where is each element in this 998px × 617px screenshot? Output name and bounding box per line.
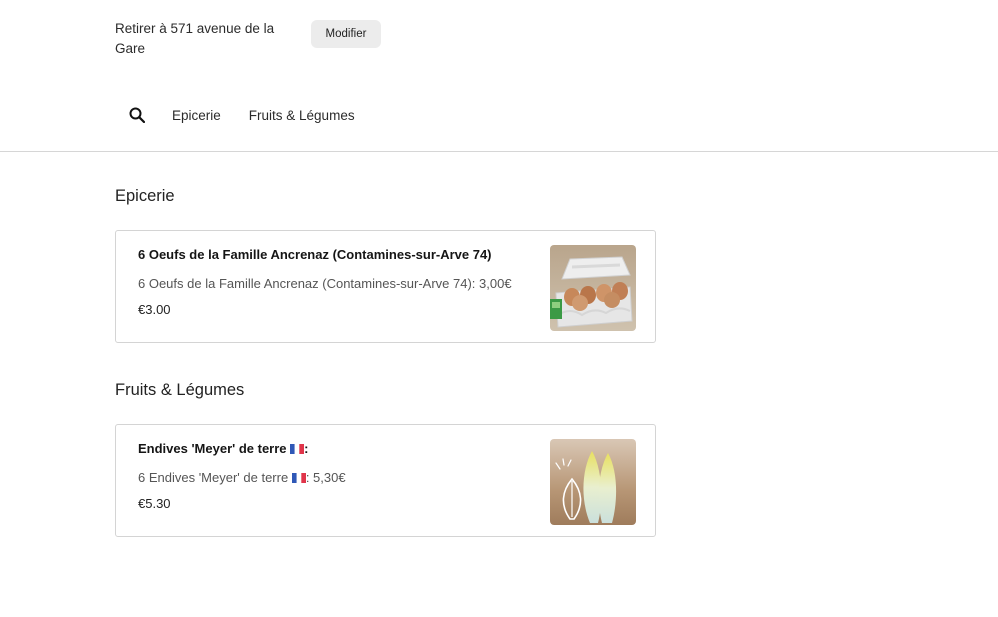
french-flag-icon [291,473,306,483]
product-card-endives[interactable]: Endives 'Meyer' de terre : 6 Endives 'Me… [115,424,656,537]
product-description: 6 Oeufs de la Famille Ancrenaz (Contamin… [138,276,512,291]
search-icon [129,107,145,123]
category-nav: Epicerie Fruits & Légumes [115,100,383,130]
product-price: €5.30 [138,496,171,511]
header-divider [0,151,998,152]
product-price: €3.00 [138,302,171,317]
modify-button[interactable]: Modifier [311,20,381,48]
french-flag-icon [290,444,305,454]
eggs-carton-image [550,245,636,331]
product-card-eggs[interactable]: 6 Oeufs de la Famille Ancrenaz (Contamin… [115,230,656,343]
section-title-epicerie: Epicerie [115,187,175,205]
endives-image [550,439,636,525]
product-title: 6 Oeufs de la Famille Ancrenaz (Contamin… [138,247,492,262]
pickup-address: Retirer à 571 avenue de la Gare [115,21,275,56]
nav-link-epicerie[interactable]: Epicerie [172,108,221,123]
section-title-fruits-legumes: Fruits & Légumes [115,381,245,399]
search-button[interactable] [115,100,159,130]
nav-link-fruits-legumes[interactable]: Fruits & Légumes [249,108,355,123]
product-description: 6 Endives 'Meyer' de terre : 5,30€ [138,470,346,485]
product-title: Endives 'Meyer' de terre : [138,441,309,456]
